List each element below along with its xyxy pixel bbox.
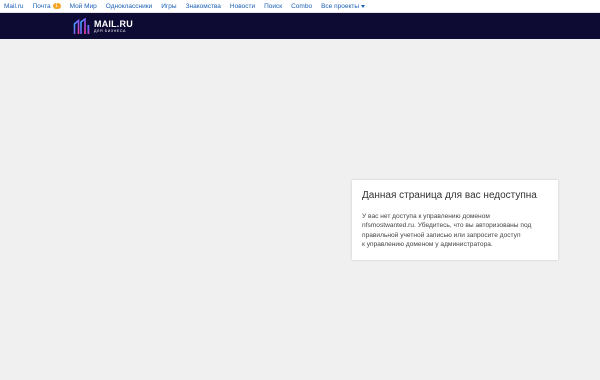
nav-link-dating[interactable]: Знакомства	[186, 3, 221, 10]
nav-link-games[interactable]: Игры	[161, 3, 176, 10]
message-line: правильной учетной записью или запросите…	[362, 231, 521, 239]
access-denied-message: У вас нет доступа к управлению доменом n…	[362, 212, 548, 250]
logo-main-text: MAIL.RU	[94, 18, 133, 29]
header-logo[interactable]: MAIL.RU ДЛЯ БИЗНЕСА	[73, 18, 133, 35]
message-line: к управлению доменом у администратора.	[362, 241, 493, 249]
logo-sub-text: ДЛЯ БИЗНЕСА	[94, 28, 127, 33]
portal-top-nav: Mail.ru Почта 1 Мой Мир Одноклассники Игр…	[0, 0, 600, 13]
nav-link-mail[interactable]: Почта 1	[33, 3, 61, 10]
message-line: У вас нет доступа к управлению доменом	[362, 213, 490, 220]
page-title: Данная страница для вас недоступна	[362, 190, 537, 201]
logo-text: MAIL.RU ДЛЯ БИЗНЕСА	[94, 18, 133, 34]
access-denied-card: Данная страница для вас недоступна У вас…	[352, 180, 558, 260]
nav-link-mail-label: Почта	[32, 2, 51, 10]
nav-link-search[interactable]: Поиск	[264, 3, 282, 10]
mail-unread-badge: 1	[52, 3, 61, 9]
mailru-business-logo-icon	[73, 18, 90, 34]
nav-link-all-projects[interactable]: Все проекты	[321, 2, 366, 10]
chevron-down-icon	[361, 4, 366, 8]
nav-link-all-projects-label: Все проекты	[321, 2, 360, 10]
biz-header: MAIL.RU ДЛЯ БИЗНЕСА	[0, 13, 600, 39]
nav-link-news[interactable]: Новости	[230, 3, 255, 10]
nav-link-my-world[interactable]: Мой Мир	[70, 3, 97, 10]
nav-link-mailru[interactable]: Mail.ru	[4, 3, 24, 10]
nav-link-odnoklassniki[interactable]: Одноклассники	[106, 3, 152, 10]
message-line: nfsmostwanted.ru. Убедитесь, что вы авто…	[362, 222, 532, 230]
nav-link-combo[interactable]: Combo	[291, 3, 312, 10]
